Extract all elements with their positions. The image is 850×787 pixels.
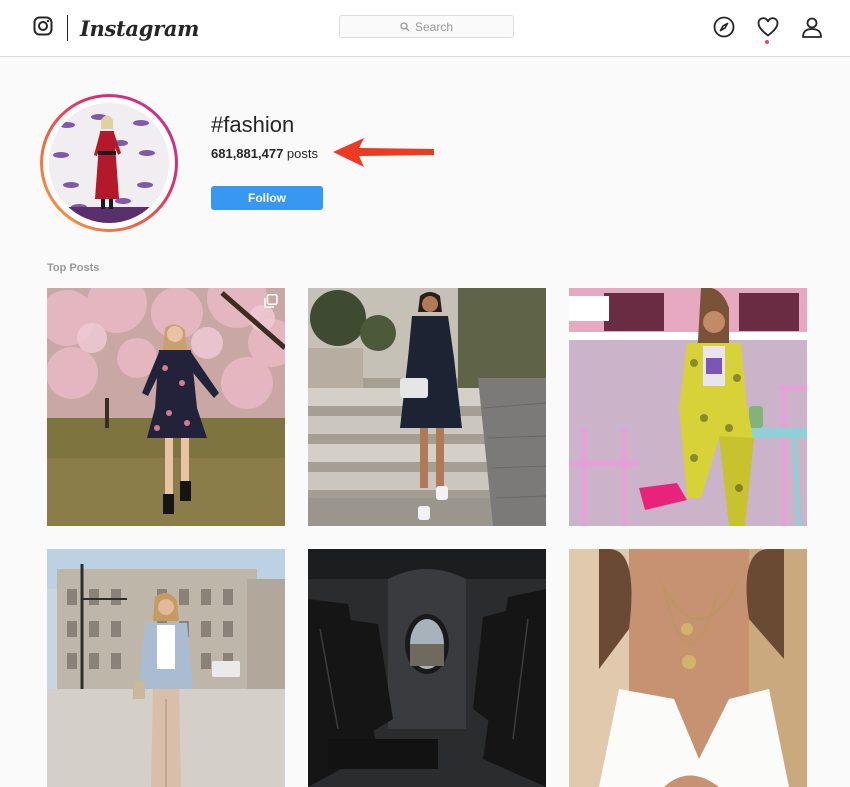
heart-icon[interactable] — [756, 15, 780, 39]
post-image — [569, 549, 807, 787]
top-posts-title: Top Posts — [47, 262, 100, 274]
search-icon — [400, 21, 410, 31]
annotation-arrow-icon — [333, 138, 434, 167]
hashtag-avatar[interactable] — [40, 94, 178, 232]
post-image — [47, 549, 285, 787]
post-tile[interactable] — [569, 288, 807, 526]
instagram-camera-icon — [33, 16, 53, 41]
profile-icon[interactable] — [800, 15, 824, 39]
post-tile[interactable] — [47, 288, 285, 526]
post-image — [308, 549, 546, 787]
post-count-suffix: posts — [286, 146, 318, 161]
post-image — [569, 288, 807, 526]
hashtag-title: #fashion — [211, 112, 295, 137]
compass-icon[interactable] — [712, 15, 736, 39]
instagram-wordmark: Instagram — [80, 15, 200, 41]
post-tile[interactable] — [47, 549, 285, 787]
post-tile[interactable] — [569, 549, 807, 787]
search-input[interactable]: Search — [339, 15, 514, 38]
post-count: 681,881,477 posts — [211, 146, 318, 161]
post-count-number: 681,881,477 — [211, 146, 284, 161]
top-nav-bar: Instagram Search — [0, 0, 850, 57]
post-image — [308, 288, 546, 526]
post-tile[interactable] — [308, 288, 546, 526]
notification-dot — [765, 40, 769, 44]
search-placeholder: Search — [414, 19, 454, 34]
multiple-photos-icon — [264, 294, 278, 308]
follow-button[interactable]: Follow — [211, 186, 323, 210]
post-tile[interactable] — [308, 549, 546, 787]
logo[interactable]: Instagram — [33, 15, 199, 41]
hashtag-avatar-photo — [49, 103, 169, 223]
logo-divider — [67, 15, 68, 41]
post-image — [47, 288, 285, 526]
